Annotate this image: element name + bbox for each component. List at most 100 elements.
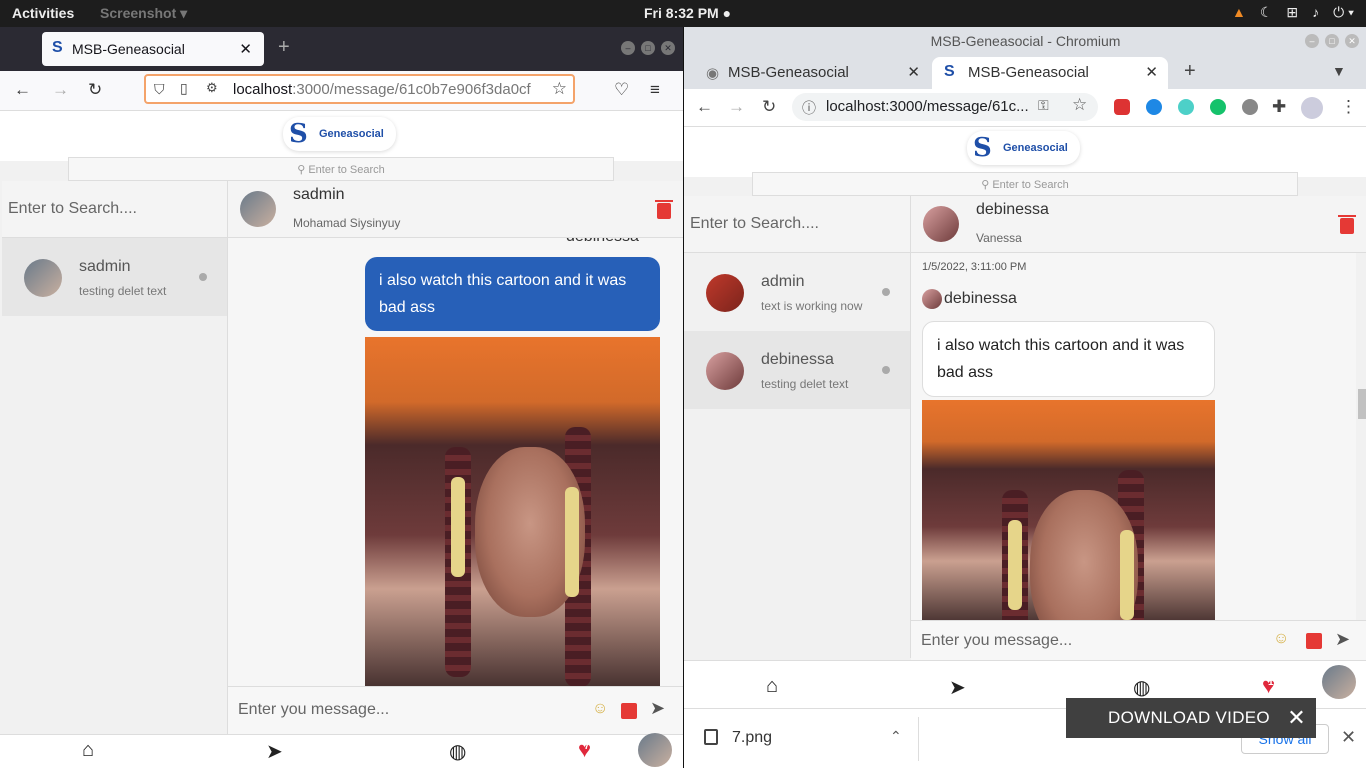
close-window-icon[interactable]: ✕ — [1345, 34, 1359, 48]
maximize-icon[interactable]: □ — [1325, 34, 1339, 48]
pocket-icon[interactable]: ♡ — [614, 80, 629, 100]
new-tab-icon[interactable]: + — [278, 36, 290, 59]
extension-icon[interactable] — [1114, 99, 1130, 115]
brand-logo[interactable]: S Geneasocial — [283, 117, 396, 151]
message-input[interactable]: Enter you message... — [238, 701, 389, 719]
download-video-button[interactable]: DOWNLOAD VIDEO ✕ — [1066, 698, 1316, 738]
conversation-name: admin — [761, 273, 805, 290]
shield-icon[interactable]: ⛉ — [154, 81, 165, 98]
top-search-input[interactable]: ⚲ Enter to Search — [752, 172, 1298, 196]
conversation-item[interactable]: sadmin testing delet text — [2, 238, 227, 316]
firefox-tab[interactable]: S MSB-Geneasocial ✕ — [42, 32, 264, 66]
minimize-icon[interactable]: – — [1305, 34, 1319, 48]
system-tray[interactable]: ▲ ☾ ⊞ ♪ ⏻ ▾ — [1232, 4, 1354, 21]
network-icon[interactable]: ⊞ — [1286, 4, 1298, 21]
back-icon[interactable]: ← — [696, 97, 713, 117]
image-upload-icon[interactable] — [1306, 633, 1322, 649]
window-title: MSB-Geneasocial - Chromium — [930, 33, 1121, 49]
profile-icon[interactable] — [1301, 97, 1323, 119]
volume-icon[interactable]: ♪ — [1312, 4, 1319, 21]
avatar — [24, 259, 62, 297]
send-icon[interactable]: ➤ — [650, 698, 665, 719]
close-tab-icon[interactable]: ✕ — [907, 63, 920, 81]
profile-avatar[interactable] — [1322, 665, 1356, 699]
photo-detail — [1008, 520, 1022, 610]
sidebar-search-input[interactable]: Enter to Search.... — [2, 181, 227, 238]
chromium-tab[interactable]: ◉ MSB-Geneasocial ✕ — [692, 57, 930, 89]
info-icon[interactable]: ⓘ — [802, 98, 816, 118]
brand-logo[interactable]: S Geneasocial — [967, 131, 1080, 165]
message-composer[interactable]: Enter you message... ☺ ➤ — [228, 686, 683, 734]
message-bubble[interactable]: i also watch this cartoon and it was bad… — [922, 321, 1215, 397]
delete-chat-icon[interactable] — [1338, 215, 1356, 234]
reload-icon[interactable]: ↻ — [762, 97, 776, 117]
chrome-menu-icon[interactable]: ⋮ — [1340, 97, 1357, 117]
new-tab-icon[interactable]: + — [1184, 60, 1196, 83]
message-photo[interactable] — [365, 337, 660, 686]
conversation-item[interactable]: admin text is working now — [684, 253, 910, 331]
chevron-up-icon[interactable]: ⌃ — [890, 728, 902, 745]
url-bar[interactable]: ⛉ ▯ ⚙ localhost:3000/message/61c0b7e906f… — [144, 74, 575, 104]
conversation-item[interactable]: debinessa testing delet text — [684, 331, 910, 409]
close-window-icon[interactable]: ✕ — [661, 41, 675, 55]
close-download-bar-icon[interactable]: ✕ — [1341, 727, 1356, 748]
download-filename[interactable]: 7.png — [732, 729, 772, 747]
page-icon[interactable]: ▯ — [180, 80, 188, 97]
reload-icon[interactable]: ↻ — [88, 80, 102, 100]
close-icon[interactable]: ✕ — [1287, 698, 1306, 738]
scrollbar-thumb[interactable] — [1358, 389, 1366, 419]
send-nav-icon[interactable]: ➤ — [949, 675, 966, 700]
forward-icon[interactable]: → — [728, 97, 745, 117]
extension-icon[interactable] — [1178, 99, 1194, 115]
forward-icon[interactable]: → — [52, 80, 69, 100]
chromium-tab-active[interactable]: S MSB-Geneasocial ✕ — [932, 57, 1168, 89]
minimize-icon[interactable]: – — [621, 41, 635, 55]
vlc-icon[interactable]: ▲ — [1232, 4, 1246, 21]
emoji-icon[interactable]: ☺ — [1273, 630, 1289, 648]
message-area[interactable]: 1/5/2022, 3:11:00 PM debinessa i also wa… — [911, 253, 1366, 620]
omnibox[interactable]: ⓘ localhost:3000/message/61c... ⚿ ☆ — [792, 93, 1098, 121]
notifications-heart-icon[interactable]: ♥ 1 — [1262, 673, 1275, 699]
maximize-icon[interactable]: □ — [641, 41, 655, 55]
close-tab-icon[interactable]: ✕ — [239, 40, 252, 58]
app-menu[interactable]: Screenshot ▾ — [100, 5, 187, 22]
bookmark-star-icon[interactable]: ☆ — [1072, 95, 1087, 115]
tab-search-icon[interactable]: ▼ — [1332, 63, 1346, 79]
brand-bar: S Geneasocial — [684, 127, 1366, 177]
send-icon[interactable]: ➤ — [1335, 629, 1350, 650]
back-icon[interactable]: ← — [14, 80, 31, 100]
home-icon[interactable]: ⌂ — [766, 675, 778, 698]
extension-icon[interactable] — [1146, 99, 1162, 115]
image-upload-icon[interactable] — [621, 703, 637, 719]
message-input[interactable]: Enter you message... — [921, 632, 1072, 650]
extensions-puzzle-icon[interactable]: ✚ — [1272, 97, 1286, 117]
menu-icon[interactable]: ≡ — [650, 80, 660, 100]
message-area[interactable]: debinessa i also watch this cartoon and … — [228, 238, 683, 686]
bookmark-star-icon[interactable]: ☆ — [552, 79, 567, 99]
home-icon[interactable]: ⌂ — [82, 739, 94, 762]
delete-chat-icon[interactable] — [655, 200, 673, 219]
activities-button[interactable]: Activities — [12, 5, 74, 21]
notifications-heart-icon[interactable]: ♥ 7 — [578, 737, 591, 763]
top-search-input[interactable]: ⚲ Enter to Search — [68, 157, 614, 181]
message-composer[interactable]: Enter you message... ☺ ➤ — [911, 620, 1366, 660]
sidebar-search-input[interactable]: Enter to Search.... — [684, 196, 910, 253]
explore-icon[interactable]: ◍ — [449, 739, 466, 764]
permissions-icon[interactable]: ⚙ — [206, 80, 218, 96]
clock[interactable]: Fri 8:32 PM ● — [644, 5, 731, 21]
emoji-icon[interactable]: ☺ — [592, 700, 608, 718]
profile-avatar[interactable] — [638, 733, 672, 767]
conversation-name: sadmin — [79, 258, 131, 275]
key-icon[interactable]: ⚿ — [1038, 97, 1049, 114]
scrollbar[interactable] — [1356, 253, 1366, 620]
explore-icon[interactable]: ◍ — [1133, 675, 1150, 700]
grammarly-icon[interactable] — [1210, 99, 1226, 115]
chromium-nav-bar: ← → ↻ ⓘ localhost:3000/message/61c... ⚿ … — [684, 89, 1366, 127]
message-bubble[interactable]: i also watch this cartoon and it was bad… — [365, 257, 660, 331]
night-light-icon[interactable]: ☾ — [1260, 4, 1273, 21]
extension-icon[interactable] — [1242, 99, 1258, 115]
close-tab-icon[interactable]: ✕ — [1145, 63, 1158, 81]
send-nav-icon[interactable]: ➤ — [266, 739, 283, 764]
power-icon[interactable]: ⏻ ▾ — [1333, 4, 1354, 21]
message-photo[interactable] — [922, 400, 1215, 620]
